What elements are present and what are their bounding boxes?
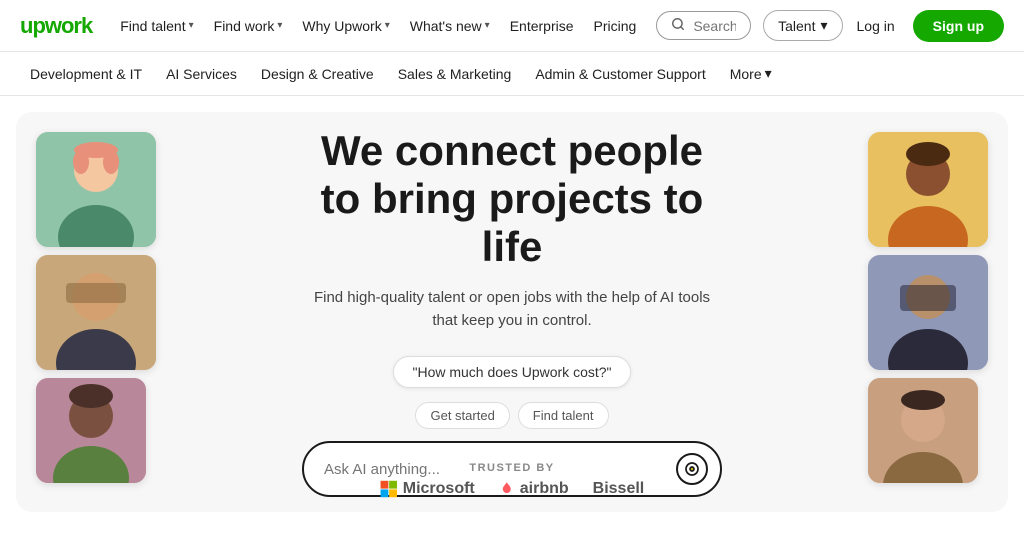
profile-card-1 xyxy=(36,132,156,247)
profile-card-5 xyxy=(868,255,988,370)
search-input[interactable] xyxy=(693,18,736,34)
nav-enterprise[interactable]: Enterprise xyxy=(502,12,582,40)
nav-pricing[interactable]: Pricing xyxy=(586,12,645,40)
sec-nav-admin[interactable]: Admin & Customer Support xyxy=(525,60,715,88)
airbnb-logo: airbnb xyxy=(499,480,569,498)
get-started-chip[interactable]: Get started xyxy=(415,402,509,429)
chevron-down-icon: ▾ xyxy=(820,17,827,34)
upwork-logo[interactable]: upwork xyxy=(20,13,92,39)
sec-nav-more[interactable]: More ▾ xyxy=(720,59,782,88)
nav-find-work[interactable]: Find work ▾ xyxy=(206,12,291,40)
left-profile-images xyxy=(36,132,156,483)
sec-nav-sales[interactable]: Sales & Marketing xyxy=(388,60,522,88)
microsoft-logo: Microsoft xyxy=(380,480,475,498)
nav-whats-new[interactable]: What's new ▾ xyxy=(402,12,498,40)
chevron-down-icon: ▾ xyxy=(765,65,772,82)
login-button[interactable]: Log in xyxy=(847,12,905,40)
trusted-label: TRUSTED BY xyxy=(380,462,644,474)
auth-buttons: Log in Sign up xyxy=(847,10,1004,42)
ai-chips-row: Get started Find talent xyxy=(302,402,722,429)
chevron-down-icon: ▾ xyxy=(485,20,490,31)
find-talent-chip[interactable]: Find talent xyxy=(518,402,609,429)
search-bar[interactable] xyxy=(656,11,751,40)
bissell-logo: Bissell xyxy=(593,480,645,498)
profile-card-6 xyxy=(868,378,978,483)
chevron-down-icon: ▾ xyxy=(189,20,194,31)
hero-section: We connect people to bring projects to l… xyxy=(16,112,1008,512)
hero-title: We connect people to bring projects to l… xyxy=(302,127,722,272)
chevron-down-icon: ▾ xyxy=(277,20,282,31)
secondary-navigation: Development & IT AI Services Design & Cr… xyxy=(0,52,1024,96)
sec-nav-dev-it[interactable]: Development & IT xyxy=(20,60,152,88)
ai-icon xyxy=(676,453,708,485)
chevron-down-icon: ▾ xyxy=(385,20,390,31)
sec-nav-design[interactable]: Design & Creative xyxy=(251,60,384,88)
ai-submit-button[interactable] xyxy=(676,453,708,485)
ai-suggestion-chip[interactable]: "How much does Upwork cost?" xyxy=(393,356,630,388)
profile-card-4 xyxy=(868,132,988,247)
trusted-by-section: TRUSTED BY Microsoft airbnb Bissell xyxy=(380,462,644,498)
right-profile-images xyxy=(868,132,988,483)
sec-nav-ai-services[interactable]: AI Services xyxy=(156,60,247,88)
profile-card-2 xyxy=(36,255,156,370)
signup-button[interactable]: Sign up xyxy=(913,10,1004,42)
hero-subtitle: Find high-quality talent or open jobs wi… xyxy=(302,287,722,332)
hero-center-content: We connect people to bring projects to l… xyxy=(282,127,742,498)
talent-dropdown[interactable]: Talent ▾ xyxy=(763,10,842,41)
trusted-logos: Microsoft airbnb Bissell xyxy=(380,480,644,498)
profile-card-3 xyxy=(36,378,146,483)
search-icon xyxy=(671,17,685,34)
nav-why-upwork[interactable]: Why Upwork ▾ xyxy=(294,12,397,40)
top-navigation: upwork Find talent ▾ Find work ▾ Why Upw… xyxy=(0,0,1024,52)
nav-find-talent[interactable]: Find talent ▾ xyxy=(112,12,201,40)
